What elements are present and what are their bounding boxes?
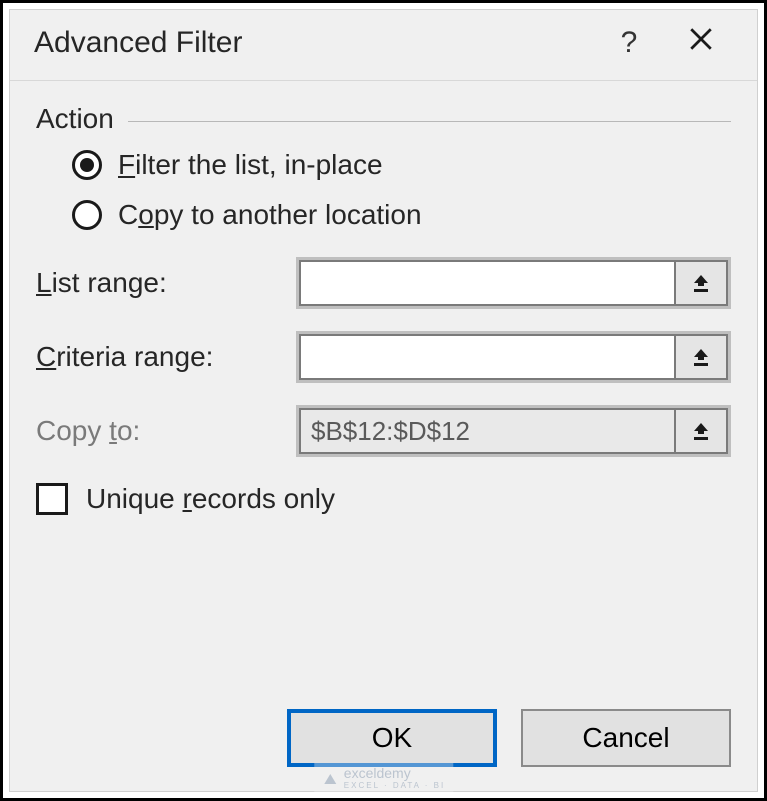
radio-filter-label: Filter the list, in-place — [118, 149, 383, 181]
advanced-filter-dialog: Advanced Filter ? Action Filter — [9, 9, 758, 792]
action-group-label: Action — [36, 103, 731, 135]
criteria-range-input[interactable] — [299, 334, 674, 380]
list-range-label: List range: — [36, 267, 296, 299]
radio-filter-in-place[interactable]: Filter the list, in-place — [72, 149, 731, 181]
copy-to-input — [299, 408, 674, 454]
collapse-dialog-icon — [689, 345, 713, 369]
unique-records-label: Unique records only — [86, 483, 335, 515]
radio-copy-label: Copy to another location — [118, 199, 422, 231]
checkbox-icon — [36, 483, 68, 515]
radio-icon — [72, 150, 102, 180]
list-range-input[interactable] — [299, 260, 674, 306]
collapse-dialog-icon — [689, 271, 713, 295]
collapse-dialog-icon — [689, 419, 713, 443]
titlebar: Advanced Filter ? — [10, 10, 757, 81]
help-button[interactable]: ? — [593, 26, 665, 60]
criteria-range-picker-button[interactable] — [674, 334, 728, 380]
dialog-footer: OK Cancel — [10, 691, 757, 791]
action-label-text: Action — [36, 103, 128, 135]
copy-to-picker-button[interactable] — [674, 408, 728, 454]
radio-icon — [72, 200, 102, 230]
unique-records-checkbox[interactable]: Unique records only — [36, 483, 731, 515]
close-icon — [688, 26, 714, 52]
close-button[interactable] — [665, 26, 737, 60]
list-range-picker-button[interactable] — [674, 260, 728, 306]
ok-button[interactable]: OK — [287, 709, 497, 767]
dialog-title: Advanced Filter — [34, 26, 593, 60]
copy-to-label: Copy to: — [36, 415, 296, 447]
cancel-button[interactable]: Cancel — [521, 709, 731, 767]
criteria-range-label: Criteria range: — [36, 341, 296, 373]
radio-copy-to-location[interactable]: Copy to another location — [72, 199, 731, 231]
